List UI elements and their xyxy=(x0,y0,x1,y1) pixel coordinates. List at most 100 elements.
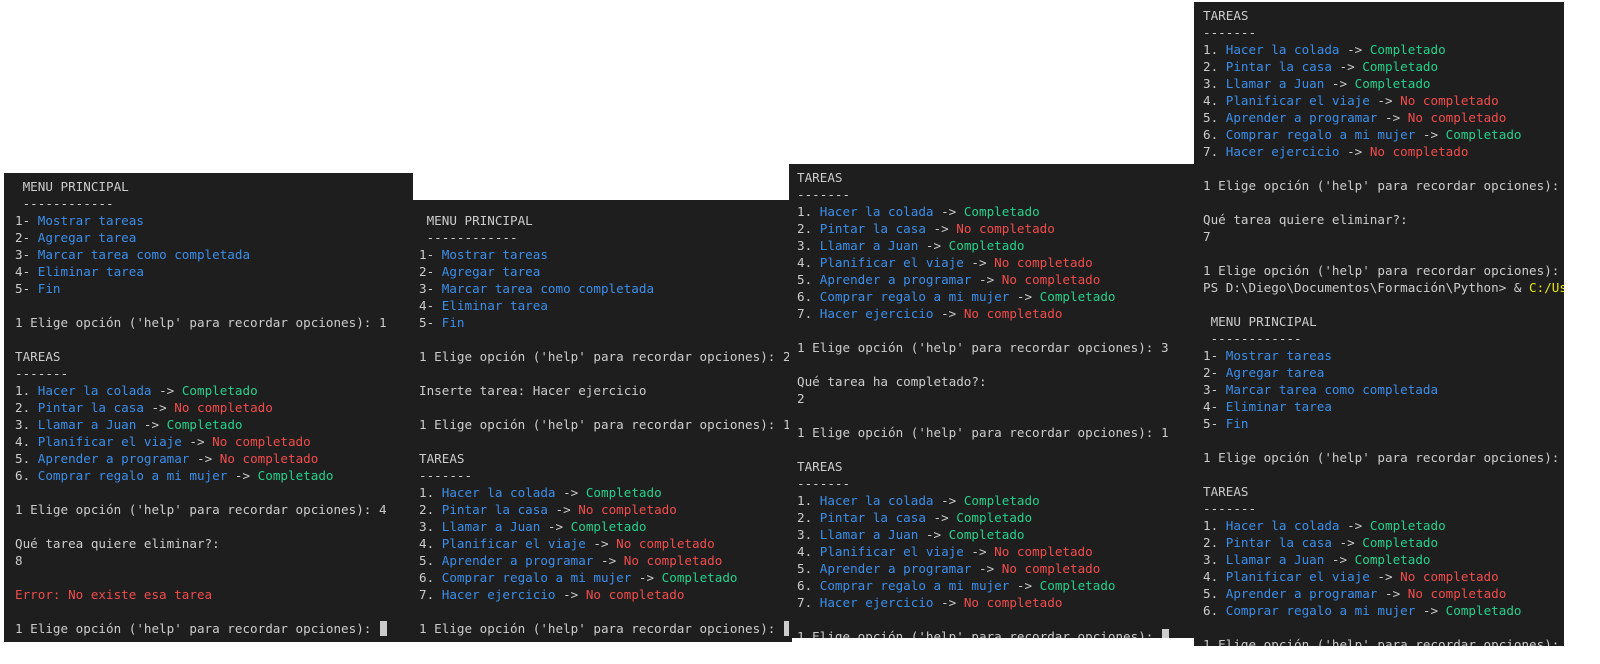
terminal-text: Completado xyxy=(963,204,1040,219)
terminal-text: 7. xyxy=(419,587,442,602)
terminal-text: -> xyxy=(1324,76,1355,91)
terminal-text: Qué tarea ha completado?: xyxy=(797,374,987,389)
terminal-line: 6. Comprar regalo a mi mujer -> Completa… xyxy=(797,577,1201,594)
terminal-line: ------- xyxy=(797,186,1201,203)
terminal-line: Qué tarea quiere eliminar?: xyxy=(15,535,413,552)
terminal-line: 6. Comprar regalo a mi mujer -> Completa… xyxy=(15,467,413,484)
terminal-line: 3. Llamar a Juan -> Completado xyxy=(797,526,1201,543)
terminal-text: -> xyxy=(933,204,964,219)
terminal-text: -> xyxy=(1331,59,1363,74)
terminal-line: ------------ xyxy=(15,195,413,212)
terminal-text: 3. xyxy=(797,238,820,253)
terminal-text: 2. xyxy=(419,502,442,517)
terminal-line: 5. Aprender a programar -> No completado xyxy=(1203,109,1564,126)
terminal-text: No completado xyxy=(1407,110,1507,125)
terminal-line: 1- Mostrar tareas xyxy=(419,246,792,263)
terminal-line: 5. Aprender a programar -> No completado xyxy=(797,271,1201,288)
terminal-panel-1[interactable]: MENU PRINCIPAL ------------ 1- Mostrar ta… xyxy=(4,173,413,642)
terminal-text: -> xyxy=(1339,518,1370,533)
terminal-line: 3- Marcar tarea como completada xyxy=(15,246,413,263)
terminal-line: Qué tarea quiere eliminar?: xyxy=(1203,211,1564,228)
terminal-text: -> xyxy=(151,383,182,398)
terminal-line: 1. Hacer la colada -> Completado xyxy=(797,492,1201,509)
terminal-text: -> xyxy=(585,536,617,551)
terminal-text: PS D:\Diego\Documentos\Formación\Python>… xyxy=(1203,280,1530,295)
terminal-cursor[interactable] xyxy=(1161,629,1169,638)
terminal-text: -> xyxy=(555,587,586,602)
terminal-text: Completado xyxy=(963,493,1040,508)
terminal-line: 3. Llamar a Juan -> Completado xyxy=(419,518,792,535)
terminal-text: Completado xyxy=(1039,578,1116,593)
terminal-line: 7. Hacer ejercicio -> No completado xyxy=(1203,143,1564,160)
terminal-text: 6. xyxy=(419,570,442,585)
terminal-text: Aprender a programar xyxy=(37,451,190,466)
terminal-text: 2. xyxy=(15,400,38,415)
terminal-line: 5- Fin xyxy=(15,280,413,297)
terminal-line: 1 Elige opción ('help' para recordar opc… xyxy=(15,501,413,518)
terminal-text: 1 Elige opción ('help' para recordar opc… xyxy=(797,425,1169,440)
terminal-text: 2 xyxy=(797,391,805,406)
terminal-line: 2- Agregar tarea xyxy=(1203,364,1564,381)
terminal-line: 5- Fin xyxy=(1203,415,1564,432)
terminal-text: 8 xyxy=(15,553,23,568)
terminal-panel-2[interactable]: MENU PRINCIPAL ------------ 1- Mostrar ta… xyxy=(412,200,792,642)
terminal-text: 1 Elige opción ('help' para recordar opc… xyxy=(419,417,791,432)
terminal-text: 1 Elige opción ('help' para recordar opc… xyxy=(1203,637,1564,646)
terminal-text: Completado xyxy=(257,468,334,483)
terminal-text: No completado xyxy=(1369,144,1469,159)
terminal-text: No completado xyxy=(1400,569,1499,584)
terminal-line: 1- Mostrar tareas xyxy=(1203,347,1564,364)
terminal-line: Inserte tarea: Hacer ejercicio xyxy=(419,382,792,399)
terminal-text: Inserte tarea: Hacer ejercicio xyxy=(419,383,647,398)
terminal-text: Completado xyxy=(661,570,738,585)
terminal-text: 3. xyxy=(419,519,442,534)
terminal-text: Pintar la casa xyxy=(441,502,548,517)
terminal-text: ------------ xyxy=(1203,331,1302,346)
terminal-line: 5. Aprender a programar -> No completado xyxy=(797,560,1201,577)
terminal-line: 1. Hacer la colada -> Completado xyxy=(1203,517,1564,534)
terminal-text: 3- xyxy=(1203,382,1226,397)
terminal-text: No completado xyxy=(994,255,1093,270)
terminal-text: Aprender a programar xyxy=(819,561,972,576)
terminal-line: 2. Pintar la casa -> No completado xyxy=(15,399,413,416)
terminal-text: -> xyxy=(1339,42,1370,57)
terminal-line: 2. Pintar la casa -> Completado xyxy=(797,509,1201,526)
terminal-text: Pintar la casa xyxy=(37,400,144,415)
terminal-text: Llamar a Juan xyxy=(1225,552,1325,567)
terminal-cursor[interactable] xyxy=(379,621,387,636)
terminal-text: Comprar regalo a mi mujer xyxy=(441,570,632,585)
terminal-line: TAREAS xyxy=(1203,483,1564,500)
terminal-text: 4. xyxy=(1203,569,1226,584)
terminal-text: Completado xyxy=(1445,127,1522,142)
terminal-text: 1 Elige opción ('help' para recordar opc… xyxy=(419,349,791,364)
terminal-panel-4[interactable]: TAREAS ------- 1. Hacer la colada -> Compl… xyxy=(1194,2,1564,646)
terminal-text: 4. xyxy=(797,544,820,559)
terminal-text: Marcar tarea como completada xyxy=(1225,382,1439,397)
terminal-text: -> xyxy=(540,519,571,534)
terminal-text: Comprar regalo a mi mujer xyxy=(37,468,228,483)
terminal-line: 5. Aprender a programar -> No completado xyxy=(15,450,413,467)
terminal-text: Hacer la colada xyxy=(1225,42,1340,57)
terminal-text: Hacer ejercicio xyxy=(819,595,934,610)
terminal-text: Llamar a Juan xyxy=(819,527,919,542)
terminal-text: 5. xyxy=(1203,110,1226,125)
terminal-text: 1 Elige opción ('help' para recordar opc… xyxy=(419,621,783,636)
terminal-text: 2- xyxy=(1203,365,1226,380)
terminal-text: 5- xyxy=(419,315,442,330)
terminal-text: ------------ xyxy=(419,230,518,245)
terminal-text: -> xyxy=(925,510,957,525)
terminal-text: 4- xyxy=(419,298,442,313)
terminal-text: ------- xyxy=(15,366,69,381)
terminal-panel-3[interactable]: TAREAS ------- 1. Hacer la colada -> Compl… xyxy=(789,164,1201,638)
terminal-text: 7. xyxy=(1203,144,1226,159)
terminal-text: Aprender a programar xyxy=(441,553,594,568)
terminal-line: 8 xyxy=(15,552,413,569)
terminal-line: 5. Aprender a programar -> No completado xyxy=(419,552,792,569)
terminal-text: Eliminar tarea xyxy=(1225,399,1332,414)
terminal-line: 1- Mostrar tareas xyxy=(15,212,413,229)
